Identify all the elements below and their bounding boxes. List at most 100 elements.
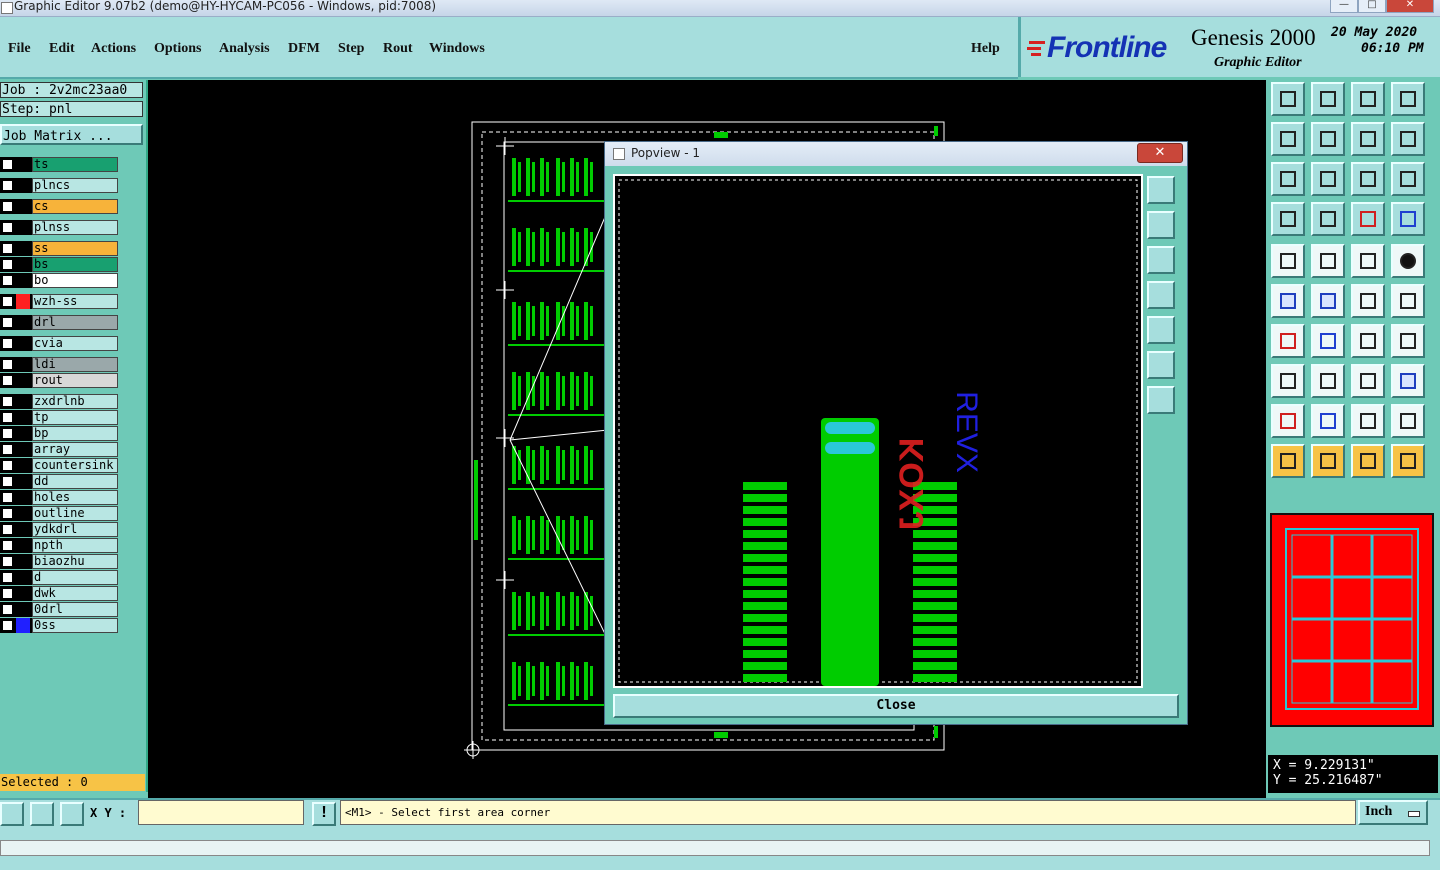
menu-help[interactable]: Help: [971, 41, 1000, 57]
layer-name[interactable]: wzh-ss: [32, 294, 118, 309]
fit-icon[interactable]: [1271, 162, 1305, 196]
measure-icon[interactable]: [30, 802, 54, 826]
layer-row[interactable]: ydkdrl: [0, 522, 118, 537]
layer-name[interactable]: cs: [32, 199, 118, 214]
layer-checkbox[interactable]: [2, 428, 13, 439]
angle-icon[interactable]: [1391, 404, 1425, 438]
popview-zoom-window-icon[interactable]: [1147, 176, 1175, 204]
minimap[interactable]: [1270, 513, 1434, 727]
layer-row[interactable]: bs: [0, 257, 118, 272]
layer-checkbox[interactable]: [2, 222, 13, 233]
squares-icon[interactable]: [1391, 364, 1425, 398]
layer-checkbox[interactable]: [2, 588, 13, 599]
job-matrix-button[interactable]: Job Matrix ...: [0, 124, 143, 145]
pan-left-icon[interactable]: [1271, 122, 1305, 156]
trapezoid-icon[interactable]: [1351, 404, 1385, 438]
select-arrow-icon[interactable]: [1271, 444, 1305, 478]
layer-row[interactable]: zxdrlnb: [0, 394, 118, 409]
grid-toggle-icon[interactable]: [1311, 202, 1345, 236]
layer-name[interactable]: ydkdrl: [32, 522, 118, 537]
layer-row[interactable]: wzh-ss: [0, 294, 118, 309]
layer-row[interactable]: outline: [0, 506, 118, 521]
snap-point-icon[interactable]: [1271, 244, 1305, 278]
zoom-home-icon[interactable]: [1271, 82, 1305, 116]
popview-close-button[interactable]: Close: [613, 694, 1179, 718]
connect-nodes-icon[interactable]: [1271, 284, 1305, 318]
popview-pan-left-icon[interactable]: [1147, 281, 1175, 309]
layer-name[interactable]: ss: [32, 241, 118, 256]
layer-row[interactable]: bp: [0, 426, 118, 441]
popview-zoom-in-icon[interactable]: [1147, 211, 1175, 239]
layer-name[interactable]: bo: [32, 273, 118, 288]
layer-row[interactable]: plncs: [0, 178, 118, 193]
menu-edit[interactable]: Edit: [49, 41, 75, 57]
zoom-in-icon[interactable]: [1311, 82, 1345, 116]
fill-icon[interactable]: [1311, 244, 1345, 278]
pan-lr-icon[interactable]: [1351, 122, 1385, 156]
pad-add-icon[interactable]: [1271, 364, 1305, 398]
layer-checkbox[interactable]: [2, 375, 13, 386]
circle-icon[interactable]: [1391, 244, 1425, 278]
layer-name[interactable]: zxdrlnb: [32, 394, 118, 409]
center-icon[interactable]: [1311, 162, 1345, 196]
layer-row[interactable]: ts: [0, 157, 118, 172]
point-add-icon[interactable]: [1391, 284, 1425, 318]
layer-row[interactable]: tp: [0, 410, 118, 425]
layer-name[interactable]: ts: [32, 157, 118, 172]
layer-name[interactable]: dd: [32, 474, 118, 489]
layer-checkbox[interactable]: [2, 201, 13, 212]
home-icon[interactable]: [1351, 82, 1385, 116]
unit-selector[interactable]: Inch: [1358, 800, 1428, 825]
layer-checkbox[interactable]: [2, 243, 13, 254]
array-icon[interactable]: [1351, 364, 1385, 398]
layer-row[interactable]: cvia: [0, 336, 118, 351]
layer-checkbox[interactable]: [2, 412, 13, 423]
layer-checkbox[interactable]: [2, 317, 13, 328]
alert-icon[interactable]: !: [312, 802, 336, 826]
layer-name[interactable]: dwk: [32, 586, 118, 601]
popview-pan-right-icon[interactable]: [1147, 316, 1175, 344]
popview-zoom-out-icon[interactable]: [1147, 246, 1175, 274]
layer-name[interactable]: bs: [32, 257, 118, 272]
layer-row[interactable]: biaozhu: [0, 554, 118, 569]
minimize-button[interactable]: —: [1330, 0, 1358, 13]
layer-name[interactable]: drl: [32, 315, 118, 330]
layer-name[interactable]: rout: [32, 373, 118, 388]
layer-checkbox[interactable]: [2, 524, 13, 535]
bottom-scroll-track[interactable]: [0, 840, 1430, 856]
menu-analysis[interactable]: Analysis: [219, 41, 270, 57]
layer-name[interactable]: npth: [32, 538, 118, 553]
line-blue-icon[interactable]: [1311, 324, 1345, 358]
layer-checkbox[interactable]: [2, 275, 13, 286]
layer-row[interactable]: cs: [0, 199, 118, 214]
menu-options[interactable]: Options: [154, 41, 201, 57]
ruler-icon[interactable]: [1351, 244, 1385, 278]
layer-checkbox[interactable]: [2, 540, 13, 551]
layer-row[interactable]: countersink: [0, 458, 118, 473]
help-icon[interactable]: [1391, 162, 1425, 196]
layer-row[interactable]: d: [0, 570, 118, 585]
layer-checkbox[interactable]: [2, 508, 13, 519]
layer-name[interactable]: countersink: [32, 458, 118, 473]
layer-name[interactable]: holes: [32, 490, 118, 505]
snap-icon[interactable]: [0, 802, 24, 826]
layer-name[interactable]: cvia: [32, 336, 118, 351]
wrench-icon[interactable]: [1271, 202, 1305, 236]
layer-name[interactable]: plncs: [32, 178, 118, 193]
popview-fit-icon[interactable]: [1147, 351, 1175, 379]
layer-checkbox[interactable]: [2, 604, 13, 615]
layer-row[interactable]: dwk: [0, 586, 118, 601]
popview-canvas[interactable]: KOXJ REVX: [613, 174, 1143, 688]
popview-close-x[interactable]: ✕: [1137, 143, 1183, 163]
layer-checkbox[interactable]: [2, 159, 13, 170]
layer-row[interactable]: bo: [0, 273, 118, 288]
line-red-icon[interactable]: [1271, 324, 1305, 358]
layer-checkbox[interactable]: [2, 396, 13, 407]
menu-dfm[interactable]: DFM: [288, 41, 320, 57]
triangle-blue-icon[interactable]: [1311, 404, 1345, 438]
minus-icon[interactable]: [1311, 364, 1345, 398]
layer-name[interactable]: d: [32, 570, 118, 585]
xy-input[interactable]: [138, 800, 304, 825]
layer-checkbox[interactable]: [2, 620, 13, 631]
point-move-icon[interactable]: [1351, 284, 1385, 318]
